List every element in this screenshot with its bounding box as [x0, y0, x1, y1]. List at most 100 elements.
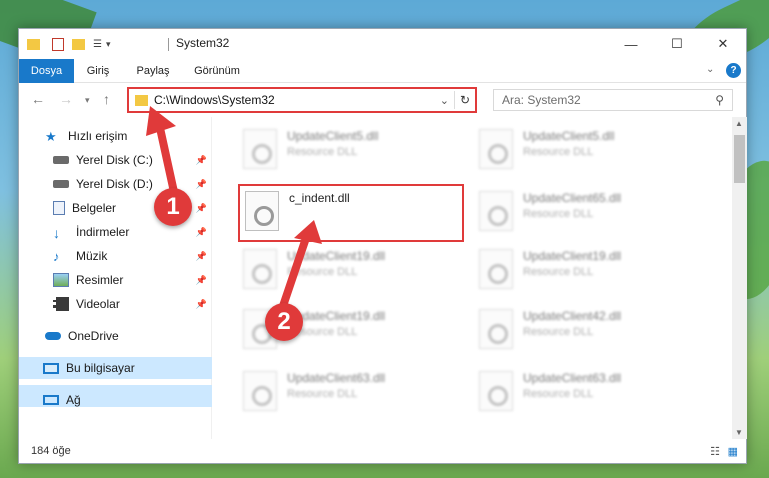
file-type: Resource DLL	[523, 326, 594, 338]
file-item[interactable]: UpdateClient5.dll Resource DLL	[475, 125, 705, 175]
drive-icon	[53, 180, 69, 188]
file-type: Resource DLL	[287, 388, 358, 400]
tab-share[interactable]: Paylaş	[131, 59, 175, 83]
maximize-button[interactable]: ☐	[654, 29, 700, 59]
network-icon	[43, 395, 59, 405]
tab-view[interactable]: Görünüm	[189, 59, 245, 83]
file-name: UpdateClient19.dll	[523, 249, 622, 263]
pin-icon[interactable]: 📌	[196, 275, 207, 286]
pictures-icon	[53, 273, 69, 287]
sidebar-item-label: Yerel Disk (C:)	[76, 153, 153, 167]
search-placeholder: Ara: System32	[502, 93, 581, 107]
ribbon-tabs: Dosya Giriş Paylaş Görünüm ⌄ ?	[19, 59, 746, 83]
details-view-icon[interactable]: ☷	[710, 445, 720, 458]
sidebar-item-this-pc[interactable]: Bu bilgisayar	[19, 357, 212, 379]
window-title: System32	[176, 36, 230, 50]
dll-file-icon	[243, 249, 277, 289]
refresh-icon[interactable]: ↻	[460, 93, 470, 107]
file-name: UpdateClient65.dll	[523, 191, 622, 205]
properties-icon[interactable]	[52, 37, 64, 51]
sidebar-item-label: Belgeler	[72, 201, 117, 215]
computer-icon	[43, 362, 59, 374]
dll-file-icon	[479, 129, 513, 169]
vertical-scrollbar[interactable]: ▲ ▼	[732, 117, 747, 439]
large-icons-view-icon[interactable]: ▦	[728, 445, 738, 458]
pin-icon[interactable]: 📌	[196, 251, 207, 262]
scroll-up-icon[interactable]: ▲	[735, 119, 743, 128]
scroll-down-icon[interactable]: ▼	[735, 428, 743, 437]
file-item[interactable]: UpdateClient65.dll Resource DLL	[475, 187, 705, 237]
item-count: 184 öğe	[31, 445, 71, 457]
pin-icon[interactable]: 📌	[196, 179, 207, 190]
star-icon: ★	[45, 129, 57, 144]
cloud-icon	[45, 332, 61, 340]
sidebar-item-network[interactable]: Ağ	[19, 389, 212, 411]
file-highlight-box	[238, 184, 464, 242]
sidebar-item-quick-access[interactable]: ★ Hızlı erişim	[19, 125, 212, 147]
callout-2: 2	[265, 303, 303, 341]
new-folder-icon[interactable]	[72, 38, 85, 50]
sidebar-item-label: İndirmeler	[76, 225, 130, 239]
tab-home[interactable]: Giriş	[81, 59, 115, 83]
scrollbar-thumb[interactable]	[734, 135, 745, 183]
file-list: UpdateClient5.dll Resource DLL UpdateClie…	[213, 117, 732, 439]
sidebar-item-label: Yerel Disk (D:)	[76, 177, 153, 191]
minimize-button[interactable]: —	[608, 29, 654, 59]
close-button[interactable]: ✕	[700, 29, 746, 59]
address-path: C:\Windows\System32	[154, 93, 275, 107]
download-icon: ↓	[53, 225, 60, 241]
folder-icon[interactable]	[27, 38, 40, 50]
file-item[interactable]: UpdateClient42.dll Resource DLL	[475, 305, 705, 355]
dll-file-icon	[479, 249, 513, 289]
file-name: UpdateClient5.dll	[287, 129, 379, 143]
up-arrow-icon[interactable]: ↑	[103, 91, 110, 107]
pin-icon[interactable]: 📌	[196, 227, 207, 238]
file-name: UpdateClient19.dll	[287, 249, 386, 263]
search-icon[interactable]: ⚲	[715, 93, 724, 107]
divider	[454, 91, 455, 109]
back-arrow-icon[interactable]: ←	[31, 91, 45, 107]
sidebar-item-downloads[interactable]: ↓ İndirmeler 📌	[19, 221, 212, 243]
file-type: Resource DLL	[523, 388, 594, 400]
callout-1: 1	[154, 188, 192, 226]
sidebar-item-pictures[interactable]: Resimler 📌	[19, 269, 212, 291]
file-type: Resource DLL	[523, 266, 594, 278]
address-bar[interactable]: C:\Windows\System32 ⌄ ↻	[127, 87, 477, 113]
customize-toolbar-icon[interactable]: ▾	[106, 39, 111, 50]
chevron-down-icon[interactable]: ⌄	[440, 94, 449, 107]
file-item[interactable]: UpdateClient63.dll Resource DLL	[239, 367, 469, 417]
navigation-bar: ← → ▾ ↑ C:\Windows\System32 ⌄ ↻ Ara: Sys…	[19, 83, 746, 117]
recent-locations-icon[interactable]: ▾	[85, 95, 90, 106]
sidebar-item-onedrive[interactable]: OneDrive	[19, 325, 212, 347]
file-name: UpdateClient63.dll	[287, 371, 386, 385]
help-icon[interactable]: ?	[726, 63, 741, 78]
sidebar-item-label: Ağ	[66, 393, 81, 407]
divider	[168, 38, 169, 51]
pin-icon[interactable]: 📌	[196, 299, 207, 310]
explorer-window: ☰ ▾ System32 — ☐ ✕ Dosya Giriş Paylaş Gö…	[18, 28, 747, 464]
sidebar-item-label: Müzik	[76, 249, 108, 263]
file-item[interactable]: UpdateClient63.dll Resource DLL	[475, 367, 705, 417]
dll-file-icon	[243, 371, 277, 411]
file-item[interactable]: UpdateClient5.dll Resource DLL	[239, 125, 469, 175]
tab-file[interactable]: Dosya	[19, 59, 74, 83]
list-icon[interactable]: ☰	[93, 39, 102, 50]
sidebar-item-music[interactable]: ♪ Müzik 📌	[19, 245, 212, 267]
pin-icon[interactable]: 📌	[196, 155, 207, 166]
dll-file-icon	[243, 129, 277, 169]
sidebar-item-local-disk-c[interactable]: Yerel Disk (C:) 📌	[19, 149, 212, 171]
file-name: UpdateClient5.dll	[523, 129, 615, 143]
documents-icon	[53, 201, 65, 215]
sidebar-item-label: OneDrive	[68, 329, 119, 343]
sidebar-item-videos[interactable]: Videolar 📌	[19, 293, 212, 315]
search-input[interactable]: Ara: System32 ⚲	[493, 89, 733, 111]
pin-icon[interactable]: 📌	[196, 203, 207, 214]
expand-ribbon-icon[interactable]: ⌄	[706, 64, 714, 75]
forward-arrow-icon[interactable]: →	[59, 91, 73, 107]
sidebar-item-label: Bu bilgisayar	[66, 361, 135, 375]
file-type: Resource DLL	[523, 146, 594, 158]
file-item[interactable]: UpdateClient19.dll Resource DLL	[239, 245, 469, 295]
navigation-pane: ★ Hızlı erişim Yerel Disk (C:) 📌 Yerel D…	[19, 117, 212, 439]
file-item[interactable]: UpdateClient19.dll Resource DLL	[475, 245, 705, 295]
file-type: Resource DLL	[287, 146, 358, 158]
